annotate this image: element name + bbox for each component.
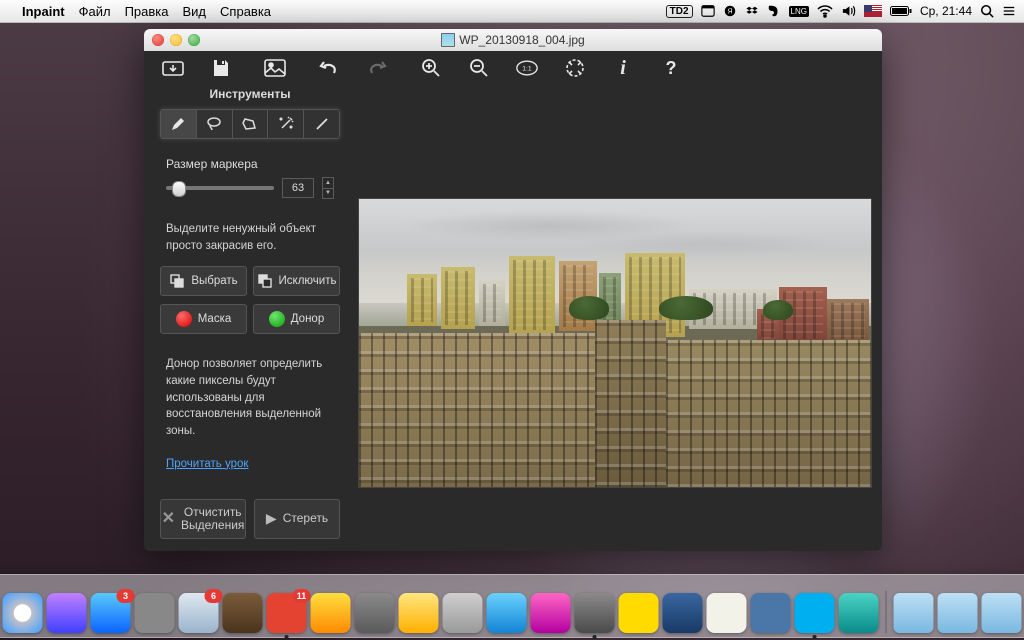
window-zoom-button[interactable] [188, 34, 200, 46]
tutorial-link[interactable]: Прочитать урок [166, 458, 334, 470]
lasso-tool[interactable] [196, 110, 232, 138]
menubar-app-name[interactable]: Inpaint [22, 4, 65, 19]
dock-yandex[interactable] [619, 593, 659, 633]
dock-writer[interactable] [707, 593, 747, 633]
select-button-label: Выбрать [191, 275, 237, 287]
dock-snagit[interactable] [487, 593, 527, 633]
window-titlebar[interactable]: WP_20130918_004.jpg [144, 29, 882, 51]
dock-app17[interactable] [663, 593, 703, 633]
dock-itunes[interactable] [47, 593, 87, 633]
menubar-clock[interactable]: Ср, 21:44 [920, 4, 972, 18]
marker-size-value[interactable]: 63 [282, 178, 314, 198]
donor-hint: Донор позволяет определить какие пикселы… [166, 356, 334, 439]
dropbox-menubar-icon[interactable] [745, 4, 759, 18]
dock-app12[interactable] [443, 593, 483, 633]
menubar-item-edit[interactable]: Правка [125, 4, 169, 19]
marker-size-label: Размер маркера [166, 157, 334, 171]
dock-safari[interactable] [3, 593, 43, 633]
notification-center-icon[interactable] [1002, 4, 1016, 18]
dock-vk[interactable] [751, 593, 791, 633]
polygon-tool[interactable] [232, 110, 268, 138]
exclude-button-label: Исключить [279, 275, 337, 287]
marker-tool[interactable] [161, 110, 196, 138]
fantastical-icon[interactable] [701, 4, 715, 18]
window-title: WP_20130918_004.jpg [144, 33, 882, 47]
dock-app21[interactable] [839, 593, 879, 633]
marker-size-stepper[interactable]: ▲▼ [322, 177, 334, 199]
input-language-icon[interactable]: LNG [789, 6, 809, 17]
erase-button-label: Стереть [283, 512, 328, 525]
donor-button[interactable]: Донор [253, 304, 340, 334]
line-tool[interactable] [303, 110, 339, 138]
play-icon: ▶ [266, 511, 277, 526]
zoom-fit-button[interactable] [564, 57, 586, 79]
donor-color-dot [269, 311, 285, 327]
canvas-area[interactable] [358, 85, 872, 541]
app-window: WP_20130918_004.jpg [144, 29, 882, 551]
info-button[interactable]: i [612, 57, 634, 79]
yandex-menubar-icon[interactable]: Я [723, 4, 737, 18]
window-minimize-button[interactable] [170, 34, 182, 46]
menubar-item-file[interactable]: Файл [79, 4, 111, 19]
redo-button[interactable] [366, 57, 388, 79]
select-button[interactable]: Выбрать [160, 266, 247, 296]
battery-icon[interactable] [890, 5, 912, 17]
spotlight-icon[interactable] [980, 4, 994, 18]
menubar-item-view[interactable]: Вид [183, 4, 207, 19]
clear-selection-button[interactable]: ✕ ОтчиститьВыделения [160, 499, 246, 539]
keyboard-layout-flag[interactable] [864, 5, 882, 17]
mask-button-label: Маска [198, 313, 232, 325]
help-button[interactable]: ? [660, 57, 682, 79]
dock-folder-2[interactable] [938, 593, 978, 633]
mask-color-dot [176, 311, 192, 327]
todoist-menubar-icon[interactable]: TD2 [666, 5, 693, 18]
dock-skype[interactable] [795, 593, 835, 633]
tools-panel-title: Инструменты [154, 87, 346, 101]
exclude-button[interactable]: Исключить [253, 266, 340, 296]
zoom-out-button[interactable] [468, 57, 490, 79]
evernote-menubar-icon[interactable] [767, 4, 781, 18]
volume-icon[interactable] [841, 4, 856, 18]
dock-pixelmator[interactable] [531, 593, 571, 633]
app-toolbar: 1:1 i ? [144, 51, 882, 85]
dock-app-fire[interactable] [311, 593, 351, 633]
dock-photos[interactable] [399, 593, 439, 633]
menubar-item-help[interactable]: Справка [220, 4, 271, 19]
dock-launchpad[interactable] [135, 593, 175, 633]
marker-size-slider[interactable] [166, 186, 274, 190]
tool-selector [160, 109, 340, 139]
image-canvas[interactable] [358, 198, 872, 488]
menubar-status-area: TD2 Я LNG Ср, 21:44 [666, 4, 1016, 18]
erase-button[interactable]: ▶ Стереть [254, 499, 340, 539]
window-title-text: WP_20130918_004.jpg [459, 33, 584, 47]
tools-sidebar: Инструменты [154, 85, 346, 541]
save-button[interactable] [210, 57, 232, 79]
dock-appstore[interactable]: 3 [91, 593, 131, 633]
mask-button[interactable]: Маска [160, 304, 247, 334]
document-icon [441, 33, 455, 47]
dock-reeder[interactable] [223, 593, 263, 633]
macos-menubar: Inpaint Файл Правка Вид Справка TD2 Я LN… [0, 0, 1024, 23]
wifi-icon[interactable] [817, 4, 833, 18]
zoom-in-button[interactable] [420, 57, 442, 79]
window-close-button[interactable] [152, 34, 164, 46]
dock-folder-3[interactable] [982, 593, 1022, 633]
svg-text:Я: Я [727, 9, 732, 16]
zoom-actual-button[interactable]: 1:1 [516, 57, 538, 79]
svg-text:1:1: 1:1 [522, 66, 532, 73]
open-button[interactable] [162, 57, 184, 79]
selection-hint: Выделите ненужный объект просто закрасив… [166, 221, 334, 254]
dock-folder-1[interactable] [894, 593, 934, 633]
undo-button[interactable] [318, 57, 340, 79]
dock-inpaint[interactable] [575, 593, 615, 633]
close-icon: ✕ [162, 510, 175, 528]
magic-wand-tool[interactable] [267, 110, 303, 138]
dock-todoist[interactable]: 11 [267, 593, 307, 633]
image-button[interactable] [264, 57, 286, 79]
dock-mail[interactable]: 6 [179, 593, 219, 633]
dock-evernote[interactable] [355, 593, 395, 633]
macos-dock: 3 6 11 [0, 574, 1024, 638]
donor-button-label: Донор [291, 313, 324, 325]
dock-separator [886, 591, 887, 633]
